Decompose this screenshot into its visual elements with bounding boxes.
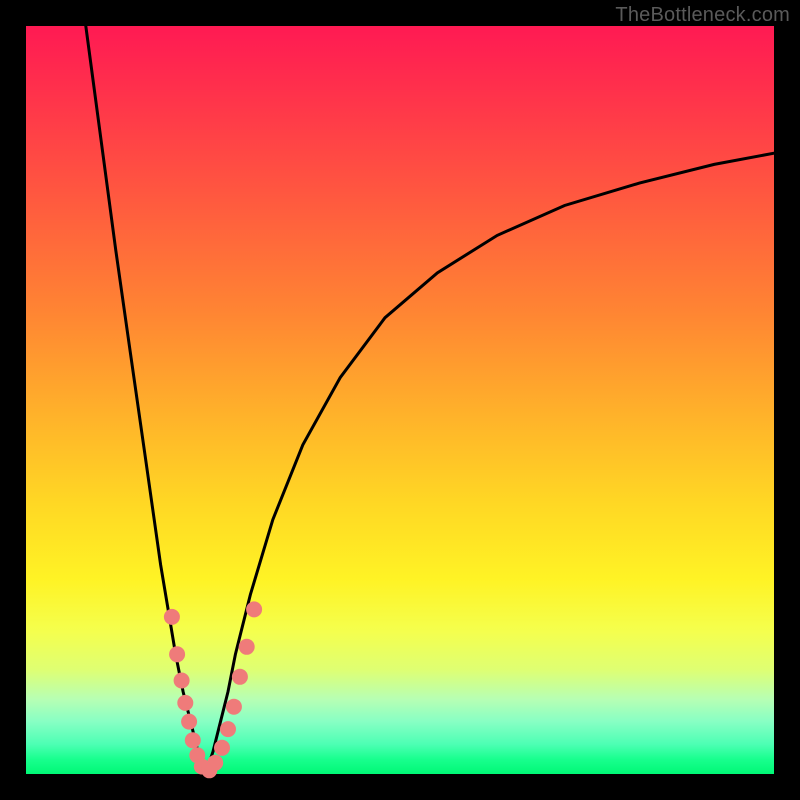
data-marker <box>226 699 242 715</box>
data-marker <box>207 755 223 771</box>
data-marker <box>181 714 197 730</box>
watermark-text: TheBottleneck.com <box>615 4 790 27</box>
curve-group <box>86 26 774 774</box>
data-marker <box>239 639 255 655</box>
data-marker <box>214 740 230 756</box>
data-marker <box>177 695 193 711</box>
data-marker <box>185 732 201 748</box>
data-marker <box>220 721 236 737</box>
chart-frame: TheBottleneck.com <box>0 0 800 800</box>
data-marker <box>232 669 248 685</box>
plot-area <box>26 26 774 774</box>
chart-svg <box>26 26 774 774</box>
curve-bottleneck-curve-left <box>86 26 206 774</box>
data-marker <box>246 601 262 617</box>
data-marker <box>169 646 185 662</box>
data-marker <box>164 609 180 625</box>
data-marker <box>174 673 190 689</box>
curve-bottleneck-curve-right <box>206 153 775 774</box>
